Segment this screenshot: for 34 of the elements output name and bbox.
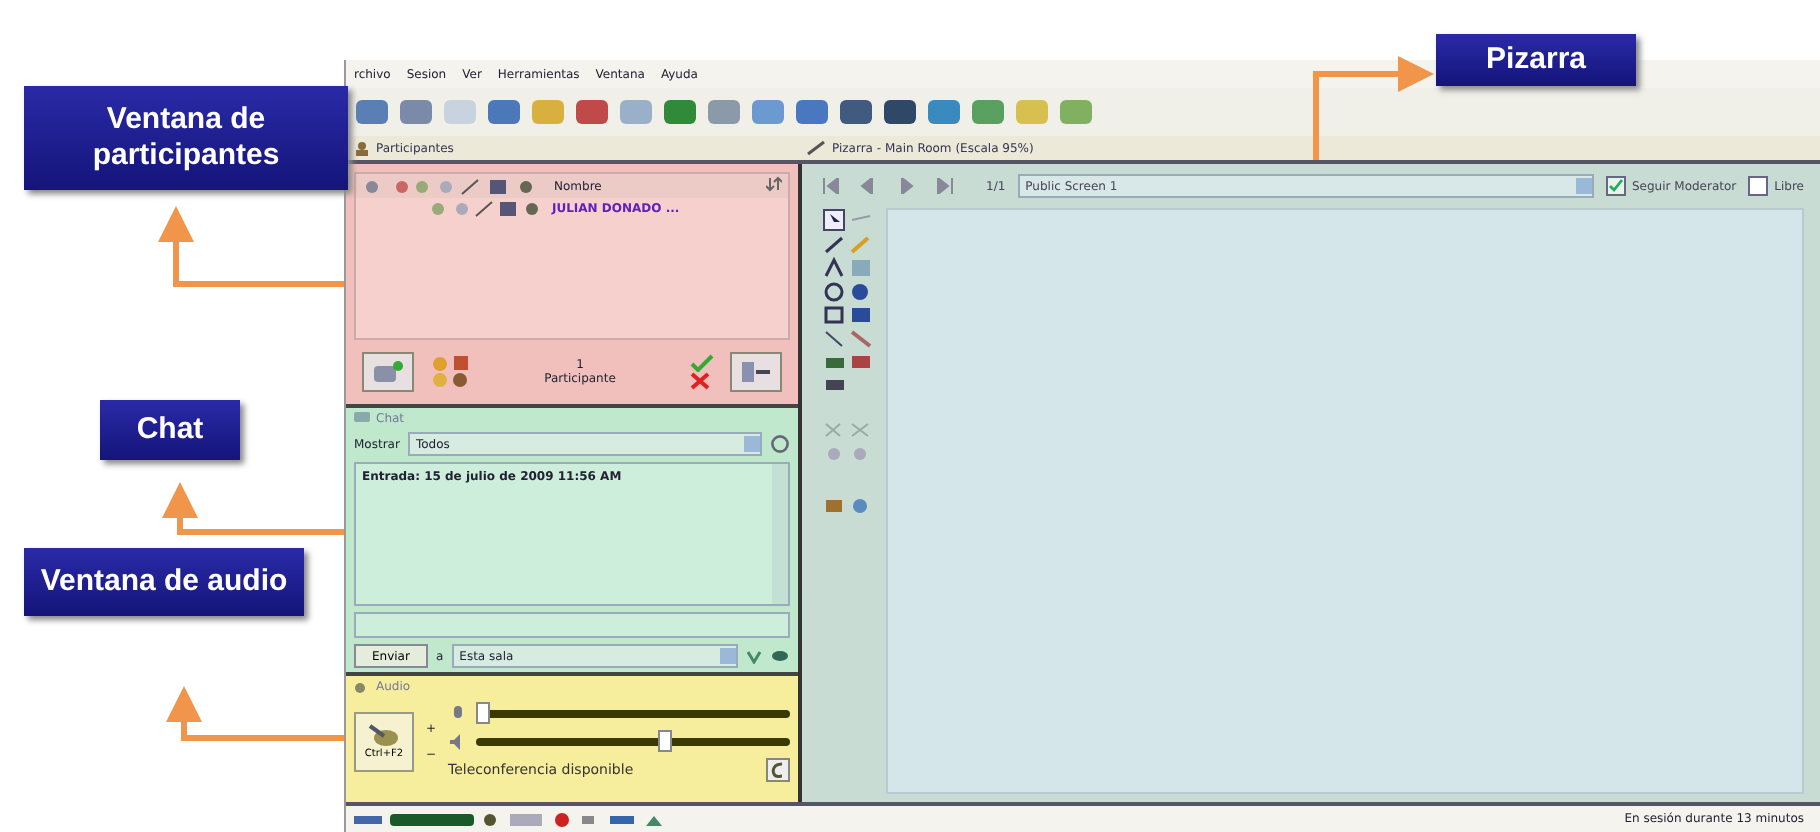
phone-icon: [770, 762, 786, 778]
toolbar-icon[interactable]: [662, 96, 698, 128]
chat-icon: [354, 412, 370, 426]
leader-line: [1313, 56, 1434, 160]
sort-icon[interactable]: [766, 176, 782, 196]
toolbar-icon[interactable]: [574, 96, 610, 128]
volume-slider[interactable]: [476, 702, 790, 724]
callout-label: Pizarra: [1436, 34, 1636, 86]
check-icon[interactable]: [690, 354, 714, 372]
phone-button[interactable]: [766, 758, 790, 782]
cross-icon[interactable]: [690, 372, 714, 390]
scrollbar[interactable]: [772, 464, 788, 604]
exit-button[interactable]: [730, 352, 782, 392]
add-button[interactable]: [362, 352, 414, 392]
volume-slider[interactable]: [476, 730, 790, 752]
callout-label: Chat: [100, 400, 240, 460]
toolbar-icon[interactable]: [354, 96, 390, 128]
slider-thumb[interactable]: [658, 730, 673, 752]
microphone-icon: [366, 724, 402, 748]
toolbar-icon[interactable]: [882, 96, 918, 128]
exit-icon: [740, 360, 772, 384]
callout-label: Ventana de participantes: [24, 86, 348, 190]
checkmark-icon: [1608, 178, 1624, 194]
slider-thumb[interactable]: [476, 702, 491, 724]
pen-icon: [806, 140, 826, 156]
toolbar-icon[interactable]: [794, 96, 830, 128]
circle-icon[interactable]: [770, 434, 790, 454]
toolbar-icon[interactable]: [486, 96, 522, 128]
toolbar-icon[interactable]: [838, 96, 874, 128]
people-icon: [354, 140, 370, 156]
person-add-icon: [372, 360, 404, 384]
message-input[interactable]: [354, 612, 790, 638]
callout-label: Ventana de audio: [24, 548, 304, 616]
status-icons-drawing: [432, 200, 540, 218]
